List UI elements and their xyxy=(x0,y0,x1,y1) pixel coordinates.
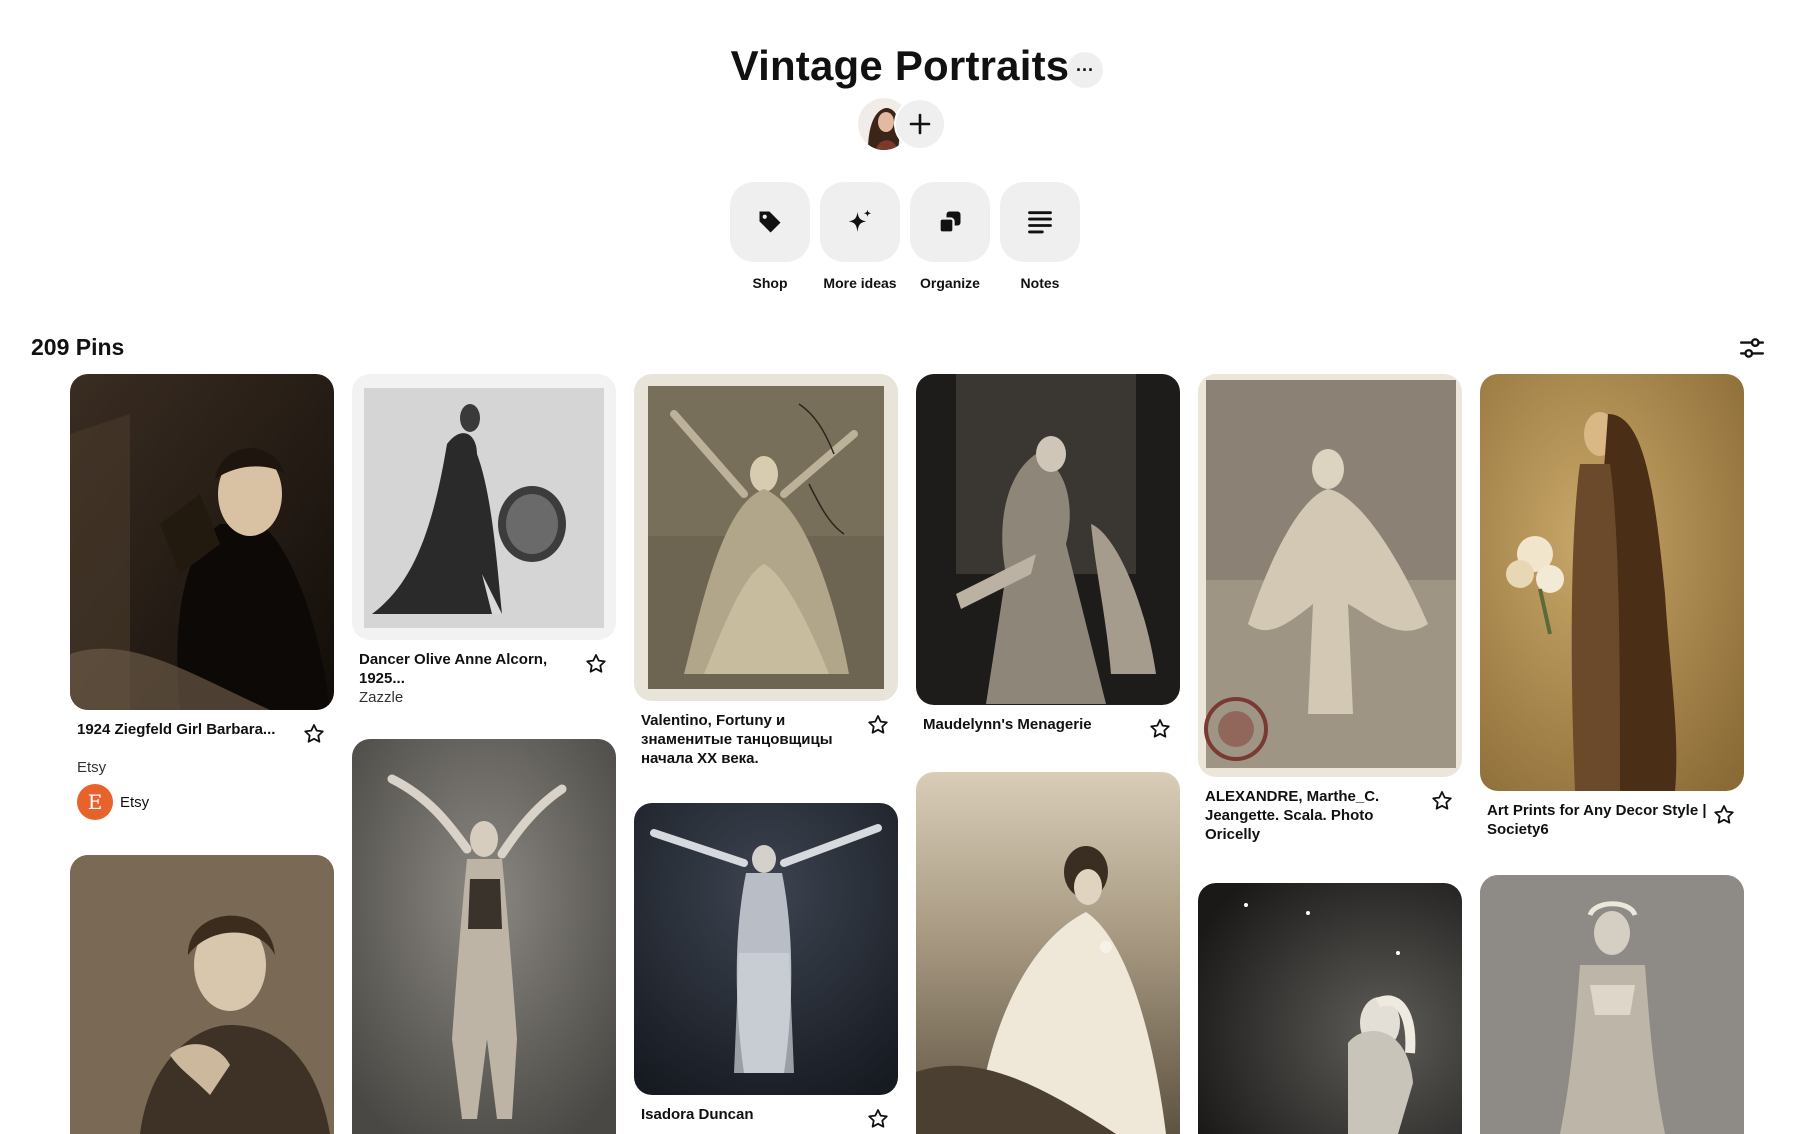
pin-card[interactable]: Isadora Duncan xyxy=(634,803,898,1134)
star-icon[interactable] xyxy=(1430,789,1454,813)
pin-image[interactable] xyxy=(70,374,334,710)
pin-subtitle: Etsy xyxy=(77,759,107,776)
pin-title[interactable]: Art Prints for Any Decor Style | Society… xyxy=(1487,801,1707,839)
notes-tool[interactable]: Notes xyxy=(995,182,1085,292)
pin-title[interactable]: ALEXANDRE, Marthe_C. Jeangette. Scala. P… xyxy=(1205,787,1425,844)
more-ideas-button[interactable] xyxy=(820,182,900,262)
pin-image[interactable] xyxy=(916,772,1180,1134)
board-more-options-button[interactable]: ··· xyxy=(1067,52,1103,88)
pin-card[interactable]: Dancer Olive Anne Alcorn, 1925... Zazzle xyxy=(352,374,616,714)
pin-card[interactable] xyxy=(1198,883,1462,1134)
pin-title[interactable]: 1924 Ziegfeld Girl Barbara... xyxy=(77,720,297,739)
source-name: Etsy xyxy=(120,793,150,811)
pin-card[interactable]: Maudelynn's Menagerie xyxy=(916,374,1180,744)
organize-icon xyxy=(938,211,961,234)
pin-card[interactable]: 1924 Ziegfeld Girl Barbara... Etsy E Ets… xyxy=(70,374,334,820)
notes-label: Notes xyxy=(1020,275,1060,291)
shop-tool[interactable]: Shop xyxy=(725,182,815,292)
pin-image[interactable] xyxy=(1198,374,1462,777)
plus-icon xyxy=(909,113,931,135)
shop-button[interactable] xyxy=(730,182,810,262)
pin-card[interactable] xyxy=(1480,875,1744,1134)
pin-image[interactable] xyxy=(352,739,616,1134)
pin-image[interactable] xyxy=(1198,883,1462,1134)
star-icon[interactable] xyxy=(866,1107,890,1131)
board-title: Vintage Portraits xyxy=(730,42,1070,89)
add-collaborator-button[interactable] xyxy=(894,98,946,150)
collaborators xyxy=(856,96,952,152)
more-ideas-label: More ideas xyxy=(823,275,897,291)
pin-image[interactable] xyxy=(916,374,1180,705)
pin-title[interactable]: Dancer Olive Anne Alcorn, 1925... xyxy=(359,650,579,688)
star-icon[interactable] xyxy=(302,722,326,746)
ellipsis-icon: ··· xyxy=(1076,60,1094,80)
organize-tool[interactable]: Organize xyxy=(905,182,995,292)
star-icon[interactable] xyxy=(1148,717,1172,741)
pin-source[interactable]: E Etsy xyxy=(77,784,149,820)
organize-label: Organize xyxy=(920,275,980,291)
pin-image[interactable] xyxy=(634,803,898,1095)
notes-button[interactable] xyxy=(1000,182,1080,262)
sparkle-icon xyxy=(848,209,872,232)
filter-button[interactable] xyxy=(1736,332,1768,364)
pin-image[interactable] xyxy=(352,374,616,640)
tag-icon xyxy=(759,211,781,233)
pin-card[interactable]: Art Prints for Any Decor Style | Society… xyxy=(1480,374,1744,844)
pin-title[interactable]: Valentino, Fortuny и знаменитые танцовщи… xyxy=(641,711,861,768)
pin-title[interactable]: Maudelynn's Menagerie xyxy=(923,715,1143,734)
notes-icon xyxy=(1028,211,1052,234)
pin-card[interactable]: Valentino, Fortuny и знаменитые танцовщи… xyxy=(634,374,898,780)
pin-card[interactable] xyxy=(70,855,334,1134)
pin-subtitle: Zazzle xyxy=(359,689,404,706)
pin-image[interactable] xyxy=(1480,875,1744,1134)
board-header: Vintage Portraits xyxy=(0,38,1800,94)
pin-image[interactable] xyxy=(1480,374,1744,791)
pin-card[interactable] xyxy=(916,772,1180,1134)
star-icon[interactable] xyxy=(866,713,890,737)
star-icon[interactable] xyxy=(584,652,608,676)
organize-button[interactable] xyxy=(910,182,990,262)
shop-label: Shop xyxy=(752,275,788,291)
pin-image[interactable] xyxy=(70,855,334,1134)
filter-sliders-icon xyxy=(1739,338,1765,358)
pin-title[interactable]: Isadora Duncan xyxy=(641,1105,861,1124)
pin-image[interactable] xyxy=(634,374,898,701)
star-icon[interactable] xyxy=(1712,803,1736,827)
pin-card[interactable] xyxy=(352,739,616,1134)
pin-count: 209 Pins xyxy=(31,334,125,360)
board-tools: Shop More ideas Organize Notes xyxy=(725,182,1085,292)
more-ideas-tool[interactable]: More ideas xyxy=(815,182,905,292)
pin-card[interactable]: ALEXANDRE, Marthe_C. Jeangette. Scala. P… xyxy=(1198,374,1462,850)
etsy-logo: E xyxy=(77,784,113,820)
